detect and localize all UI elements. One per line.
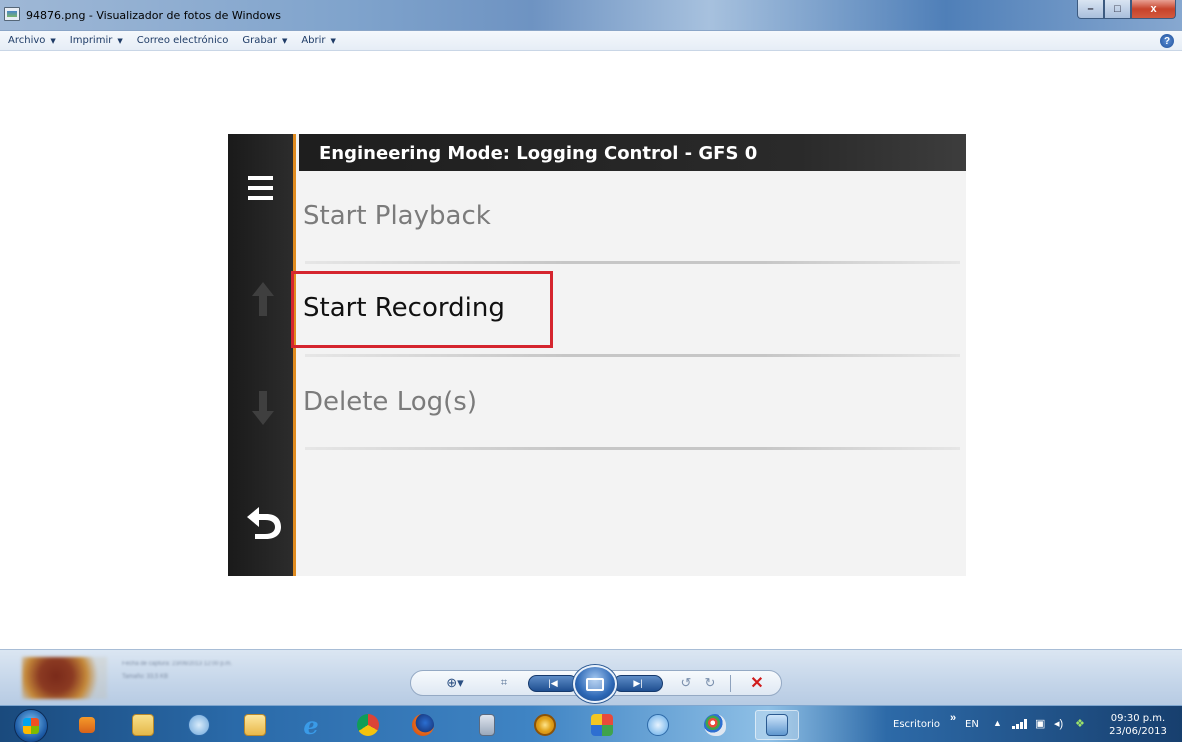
chevron-down-icon: ▼	[330, 36, 336, 45]
app-icon[interactable]	[530, 710, 560, 740]
clock-time: 09:30 p.m.	[1110, 713, 1166, 724]
chevron-right-icon[interactable]: »	[950, 712, 956, 724]
menu-item-delete-logs[interactable]: Delete Log(s)	[299, 357, 966, 450]
menu-item-label: Start Playback	[303, 201, 491, 231]
menu-label: Abrir	[301, 35, 326, 46]
next-icon[interactable]: ▶|	[613, 675, 663, 692]
firefox-icon[interactable]	[408, 710, 438, 740]
windows-logo-icon	[23, 718, 39, 734]
maximize-button[interactable]: □	[1104, 0, 1131, 19]
divider	[305, 447, 960, 450]
rotate-left-icon[interactable]: ↺	[676, 673, 696, 693]
paint-icon[interactable]	[700, 710, 730, 740]
fit-window-icon[interactable]: ⌗	[493, 673, 515, 693]
clock[interactable]: 09:30 p.m. 23/06/2013	[1100, 712, 1176, 738]
power-icon[interactable]: ▣	[1035, 717, 1045, 730]
menu-abrir[interactable]: Abrir ▼	[301, 35, 336, 46]
down-arrow-icon[interactable]	[252, 391, 274, 425]
device-sidebar	[228, 134, 296, 576]
photo-viewer-icon[interactable]	[755, 710, 799, 740]
network-icon[interactable]	[184, 710, 214, 740]
slideshow-icon[interactable]	[573, 665, 617, 703]
device-header: Engineering Mode: Logging Control - GFS …	[299, 134, 966, 171]
menu-grabar[interactable]: Grabar ▼	[242, 35, 287, 46]
device-header-title: Engineering Mode: Logging Control - GFS …	[319, 143, 758, 164]
delete-icon[interactable]: ✕	[746, 672, 768, 694]
back-icon[interactable]	[245, 503, 283, 539]
rotate-right-icon[interactable]: ↻	[700, 673, 720, 693]
chevron-down-icon: ▼	[50, 36, 56, 45]
explorer-icon[interactable]	[128, 710, 158, 740]
help-icon[interactable]: ?	[1160, 34, 1174, 48]
window-titlebar: 94876.png - Visualizador de fotos de Win…	[0, 0, 1182, 31]
chrome-icon[interactable]	[353, 710, 383, 740]
gem-icon[interactable]	[643, 710, 673, 740]
file-info-line: Tamaño: 33,5 KB	[122, 674, 169, 680]
internet-explorer-icon[interactable]: e	[296, 710, 326, 740]
menu-label: Correo electrónico	[136, 35, 229, 46]
menubar: Archivo ▼ Imprimir ▼ Correo electrónico …	[0, 31, 1182, 51]
minimize-button[interactable]: –	[1077, 0, 1104, 19]
clock-date: 23/06/2013	[1109, 726, 1167, 737]
taskbar: e Escritorio » EN ▲ ▣ ◂) ❖ 09:30 p.m. 23…	[0, 705, 1182, 742]
highlight-annotation-box	[291, 271, 553, 348]
language-indicator[interactable]: EN	[965, 719, 979, 730]
previous-icon[interactable]: |◀	[528, 675, 578, 692]
window-title: 94876.png - Visualizador de fotos de Win…	[26, 9, 281, 22]
thumbnail-image	[22, 657, 107, 699]
photo-viewer-icon	[4, 7, 20, 21]
menu-icon[interactable]	[248, 176, 273, 200]
menu-label: Grabar	[242, 35, 277, 46]
media-player-icon[interactable]	[72, 710, 102, 740]
menu-label: Archivo	[8, 35, 46, 46]
volume-icon[interactable]: ◂)	[1054, 717, 1063, 730]
file-info-line: Fecha de captura: 23/06/2013 12:00 p.m.	[122, 661, 233, 667]
menu-item-label: Delete Log(s)	[303, 387, 477, 417]
menu-item-start-playback[interactable]: Start Playback	[299, 171, 966, 264]
menu-label: Imprimir	[69, 35, 113, 46]
device-screen: Engineering Mode: Logging Control - GFS …	[228, 134, 966, 576]
zoom-icon[interactable]: ⊕▾	[440, 673, 470, 693]
mail-icon[interactable]	[240, 710, 270, 740]
up-arrow-icon[interactable]	[252, 282, 274, 316]
paint-palette-icon[interactable]	[587, 710, 617, 740]
calculator-icon[interactable]	[472, 710, 502, 740]
desktop-toolbar-label[interactable]: Escritorio	[893, 719, 940, 730]
menu-correo[interactable]: Correo electrónico	[137, 35, 229, 46]
menu-archivo[interactable]: Archivo ▼	[8, 35, 56, 46]
signal-icon[interactable]	[1012, 719, 1028, 729]
show-hidden-icons-icon[interactable]: ▲	[993, 718, 1002, 728]
chevron-down-icon: ▼	[281, 36, 288, 45]
menu-imprimir[interactable]: Imprimir ▼	[70, 35, 123, 46]
start-button[interactable]	[14, 709, 48, 742]
close-button[interactable]: x	[1131, 0, 1176, 19]
viewer-controlbar: Fecha de captura: 23/06/2013 12:00 p.m. …	[0, 649, 1182, 705]
chevron-down-icon: ▼	[117, 36, 123, 45]
window-controls: – □ x	[1077, 0, 1176, 19]
dropbox-icon[interactable]: ❖	[1075, 717, 1085, 730]
divider	[730, 675, 731, 692]
file-info: Fecha de captura: 23/06/2013 12:00 p.m. …	[122, 658, 232, 684]
